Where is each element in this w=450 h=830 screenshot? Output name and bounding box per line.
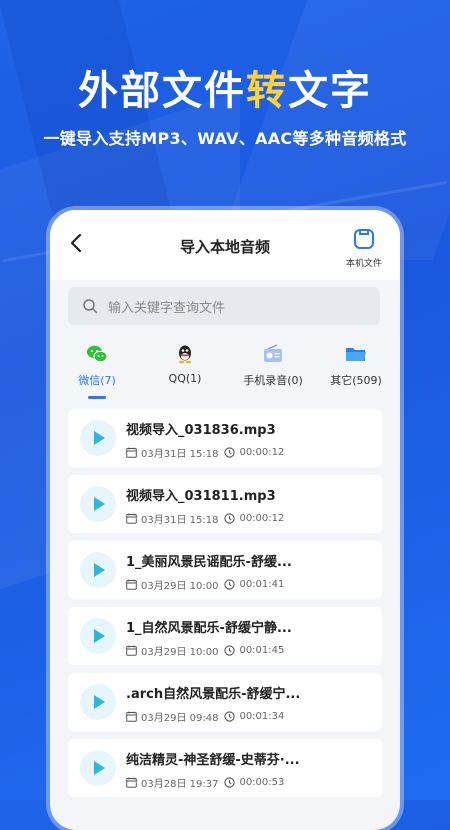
tab-other[interactable]: 其它(509) xyxy=(312,344,400,388)
phone-file-icon xyxy=(354,229,374,249)
file-date: 03月31日 15:18 xyxy=(141,515,219,526)
source-tabs: 微信(7) QQ(1) 手机录音(0) 其它(509) xyxy=(50,338,400,398)
file-meta: 03月31日 15:18 00:00:12 xyxy=(126,511,284,526)
file-duration: 00:01:45 xyxy=(239,645,285,656)
file-duration: 00:00:53 xyxy=(239,777,285,788)
tab-label: 微信(7) xyxy=(78,374,116,387)
file-duration: 00:01:34 xyxy=(239,711,285,722)
clock-icon xyxy=(224,777,236,788)
search-placeholder: 输入关键字查询文件 xyxy=(108,300,226,316)
calendar-icon xyxy=(126,579,137,590)
file-meta: 03月29日 09:48 00:01:34 xyxy=(126,709,284,724)
hero-title: 外部文件转文字 xyxy=(0,58,450,116)
file-duration: 00:01:41 xyxy=(239,579,285,590)
hero-subtitle: 一键导入支持MP3、WAV、AAC等多种音频格式 xyxy=(43,129,407,148)
active-tab-indicator xyxy=(88,396,106,399)
file-date: 03月29日 10:00 xyxy=(141,647,219,658)
file-name: 视频导入_031836.mp3 xyxy=(126,423,276,438)
file-date: 03月29日 10:00 xyxy=(141,581,219,592)
tab-label: 手机录音(0) xyxy=(243,374,303,387)
top-bar: 导入本地音频 本机文件 xyxy=(50,210,400,280)
file-name: .arch自然风景配乐-舒缓宁... xyxy=(126,687,301,702)
file-date: 03月29日 09:48 xyxy=(141,713,219,724)
file-date: 03月31日 15:18 xyxy=(141,449,219,460)
search-icon xyxy=(83,299,98,314)
calendar-icon xyxy=(126,777,137,788)
play-icon[interactable] xyxy=(80,552,116,588)
calendar-icon xyxy=(126,513,137,524)
tab-label: 其它(509) xyxy=(330,374,382,387)
folder-icon xyxy=(346,348,366,361)
file-duration: 00:00:12 xyxy=(239,513,285,524)
calendar-icon xyxy=(126,645,137,656)
qq-icon xyxy=(179,345,191,364)
phone-frame: 导入本地音频 本机文件 输入关键字查询文件 微信(7) QQ(1) 手机录音(0… xyxy=(50,210,400,830)
wechat-icon xyxy=(87,345,108,363)
list-item[interactable]: .arch自然风景配乐-舒缓宁... 03月29日 09:48 00:01:34 xyxy=(68,673,382,731)
calendar-icon xyxy=(126,447,137,458)
search-input[interactable]: 输入关键字查询文件 xyxy=(68,287,380,325)
clock-icon xyxy=(224,711,236,722)
file-meta: 03月31日 15:18 00:00:12 xyxy=(126,445,284,460)
file-meta: 03月29日 10:00 00:01:45 xyxy=(126,643,284,658)
list-item[interactable]: 视频导入_031836.mp3 03月31日 15:18 00:00:12 xyxy=(68,409,382,467)
clock-icon xyxy=(224,447,236,458)
hero-title-highlight: 转 xyxy=(246,68,288,114)
tab-recordings[interactable]: 手机录音(0) xyxy=(229,344,317,388)
file-name: 视频导入_031811.mp3 xyxy=(126,489,276,504)
list-item[interactable]: 视频导入_031811.mp3 03月31日 15:18 00:00:12 xyxy=(68,475,382,533)
file-name: 1_自然风景配乐-舒缓宁静... xyxy=(126,621,292,636)
hero-title-part2: 文字 xyxy=(288,68,372,114)
list-item[interactable]: 纯洁精灵-神圣舒缓-史蒂芬·... 03月28日 19:37 00:00:53 xyxy=(68,739,382,797)
play-icon[interactable] xyxy=(80,750,116,786)
file-duration: 00:00:12 xyxy=(239,447,285,458)
file-name: 纯洁精灵-神圣舒缓-史蒂芬·... xyxy=(126,753,300,768)
play-icon[interactable] xyxy=(80,618,116,654)
play-icon[interactable] xyxy=(80,486,116,522)
calendar-icon xyxy=(126,711,137,722)
local-files-button[interactable]: 本机文件 xyxy=(342,228,386,269)
audio-file-list: 视频导入_031836.mp3 03月31日 15:18 00:00:12 视频… xyxy=(68,409,382,805)
list-item[interactable]: 1_自然风景配乐-舒缓宁静... 03月29日 10:00 00:01:45 xyxy=(68,607,382,665)
tab-qq[interactable]: QQ(1) xyxy=(141,344,229,385)
tab-label: QQ(1) xyxy=(168,372,202,385)
file-date: 03月28日 19:37 xyxy=(141,779,219,790)
tab-wechat[interactable]: 微信(7) xyxy=(53,344,141,388)
hero-title-part1: 外部文件 xyxy=(78,68,246,114)
list-item[interactable]: 1_美丽风景民谣配乐-舒缓... 03月29日 10:00 00:01:41 xyxy=(68,541,382,599)
clock-icon xyxy=(224,579,236,590)
radio-icon xyxy=(264,344,282,362)
file-meta: 03月28日 19:37 00:00:53 xyxy=(126,775,284,790)
play-icon[interactable] xyxy=(80,684,116,720)
file-name: 1_美丽风景民谣配乐-舒缓... xyxy=(126,555,292,570)
clock-icon xyxy=(224,645,236,656)
play-icon[interactable] xyxy=(80,420,116,456)
local-files-label: 本机文件 xyxy=(345,259,382,269)
clock-icon xyxy=(224,513,236,524)
file-meta: 03月29日 10:00 00:01:41 xyxy=(126,577,284,592)
